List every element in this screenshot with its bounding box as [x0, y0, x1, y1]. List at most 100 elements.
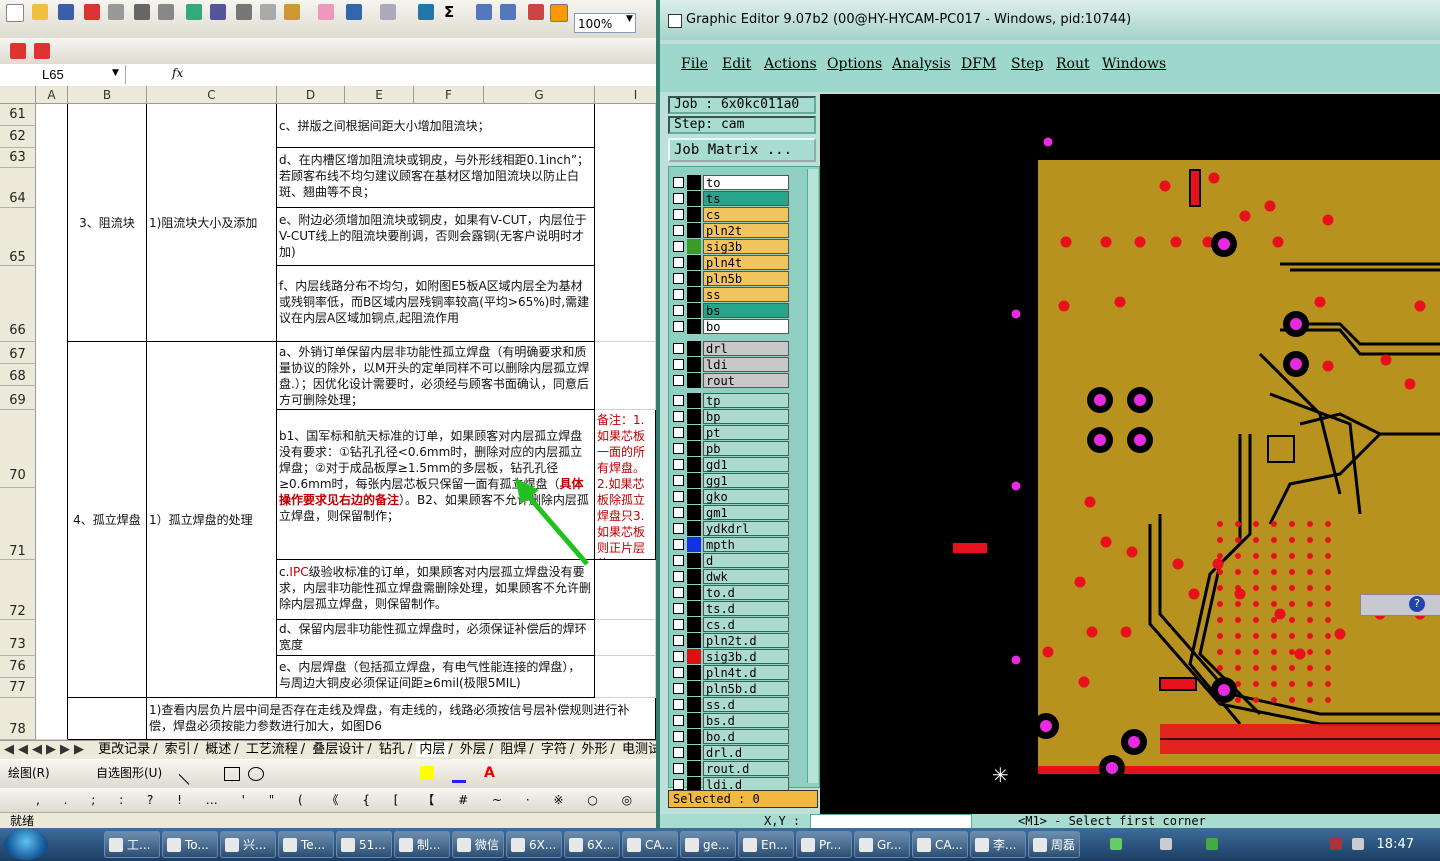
font-color-icon[interactable]: A	[484, 760, 495, 786]
layer-row[interactable]: pt	[673, 425, 789, 440]
cell-d73[interactable]: d、保留内层非功能性孤立焊盘时，必须保证补偿后的焊环宽度	[277, 620, 595, 656]
copy-icon[interactable]	[260, 4, 276, 20]
step-field[interactable]: Step: cam	[668, 116, 816, 134]
layer-row[interactable]: ldi	[673, 357, 789, 372]
layer-checkbox[interactable]	[673, 507, 684, 518]
taskbar-button[interactable]: To...	[162, 831, 218, 858]
section-cell-b2[interactable]: 4、孤立焊盘	[68, 342, 147, 698]
layer-checkbox[interactable]	[673, 411, 684, 422]
layer-name[interactable]: ss.d	[703, 697, 789, 712]
menu-rout[interactable]: Rout	[1056, 56, 1090, 72]
rectangle-icon[interactable]	[224, 767, 240, 781]
layer-name[interactable]: bs.d	[703, 713, 789, 728]
layer-row[interactable]: rout.d	[673, 761, 789, 776]
wechat-tray-icon[interactable]	[1110, 838, 1122, 850]
layer-checkbox[interactable]	[673, 375, 684, 386]
sort-ascending-icon[interactable]	[476, 4, 492, 20]
pdf-icon[interactable]	[10, 43, 26, 59]
layer-checkbox[interactable]	[673, 587, 684, 598]
layer-name[interactable]: dwk	[703, 569, 789, 584]
taskbar-button[interactable]: 51...	[336, 831, 392, 858]
row-header[interactable]: 61	[0, 104, 36, 126]
row-header[interactable]: 76	[0, 656, 36, 678]
layer-name[interactable]: to.d	[703, 585, 789, 600]
menu-options[interactable]: Options	[827, 56, 882, 72]
redo-icon[interactable]	[380, 4, 396, 20]
job-field[interactable]: Job : 6x0kc011a0	[668, 96, 816, 114]
taskbar-button[interactable]: 6X...	[564, 831, 620, 858]
layer-row[interactable]: pln4t.d	[673, 665, 789, 680]
line-icon[interactable]	[178, 764, 200, 785]
function-icon[interactable]: fx	[172, 66, 183, 80]
layer-row[interactable]: rout	[673, 373, 789, 388]
layer-checkbox[interactable]	[673, 321, 684, 332]
layer-row[interactable]: bo.d	[673, 729, 789, 744]
research-icon[interactable]	[210, 4, 226, 20]
tray-icon[interactable]	[1160, 838, 1172, 850]
row-header[interactable]: 73	[0, 620, 36, 656]
layer-row[interactable]: bs.d	[673, 713, 789, 728]
chart-wizard-icon[interactable]	[528, 4, 544, 20]
layer-name[interactable]: pln2t.d	[703, 633, 789, 648]
menu-windows[interactable]: Windows	[1102, 56, 1166, 72]
layer-row[interactable]: ss	[673, 287, 789, 302]
permission-icon[interactable]	[84, 4, 100, 20]
print-preview-icon[interactable]	[158, 4, 174, 20]
row-header[interactable]: 72	[0, 560, 36, 620]
cell-d66[interactable]: f、内层线路分布不均匀，如附图E5板A区域内层全为基材或残铜率低，而B区域内层残…	[277, 266, 595, 342]
fill-color-icon[interactable]	[420, 766, 434, 780]
cell-g73[interactable]	[595, 620, 656, 656]
layer-row[interactable]: cs	[673, 207, 789, 222]
taskbar-button[interactable]: 李...	[970, 831, 1026, 858]
layer-scrollbar[interactable]	[807, 169, 818, 783]
row-header[interactable]: 65	[0, 208, 36, 266]
row-header[interactable]: 69	[0, 386, 36, 410]
row-header[interactable]: 70	[0, 410, 36, 488]
row-header[interactable]: 67	[0, 342, 36, 364]
cell-d61[interactable]: c、拼版之间根据间距大小增加阻流块；	[277, 104, 595, 148]
layer-checkbox[interactable]	[673, 209, 684, 220]
menu-actions[interactable]: Actions	[764, 56, 817, 72]
layer-name[interactable]: gko	[703, 489, 789, 504]
column-header-i[interactable]: I	[595, 86, 656, 104]
layer-row[interactable]: gko	[673, 489, 789, 504]
undo-icon[interactable]	[346, 4, 362, 20]
layer-name[interactable]: ts.d	[703, 601, 789, 616]
taskbar-button[interactable]: CA...	[912, 831, 968, 858]
menu-dfm[interactable]: DFM	[961, 56, 996, 72]
layer-name[interactable]: cs	[703, 207, 789, 222]
layer-name[interactable]: cs.d	[703, 617, 789, 632]
job-matrix-button[interactable]: Job Matrix ...	[668, 138, 816, 162]
cell-g72[interactable]	[595, 560, 656, 620]
layer-checkbox[interactable]	[673, 177, 684, 188]
layer-checkbox[interactable]	[673, 395, 684, 406]
layer-name[interactable]: gm1	[703, 505, 789, 520]
layer-row[interactable]: mpth	[673, 537, 789, 552]
section-cell-b1[interactable]: 3、阻流块	[68, 104, 147, 342]
select-all-corner[interactable]	[0, 86, 36, 104]
open-folder-icon[interactable]	[32, 4, 48, 20]
pdf-mail-icon[interactable]	[34, 43, 50, 59]
tray-icon[interactable]	[1330, 838, 1342, 850]
layer-name[interactable]: pln5b.d	[703, 681, 789, 696]
shield-tray-icon[interactable]	[1206, 838, 1218, 850]
sheet-tab[interactable]: 索引	[162, 742, 194, 757]
layer-row[interactable]: drl	[673, 341, 789, 356]
paste-icon[interactable]	[284, 4, 300, 20]
column-header-f[interactable]: F	[414, 86, 484, 104]
print-icon[interactable]	[134, 4, 150, 20]
layer-name[interactable]: pln5b	[703, 271, 789, 286]
layer-checkbox[interactable]	[673, 427, 684, 438]
cell-d76[interactable]: e、内层焊盘（包括孤立焊盘，有电气性能连接的焊盘），与周边大铜皮必须保证间距≥6…	[277, 656, 595, 698]
cell-d65[interactable]: e、附边必须增加阻流块或铜皮，如果有V-CUT，内层位于V-CUT线上的阻流块要…	[277, 208, 595, 266]
column-header-a[interactable]: A	[36, 86, 68, 104]
layer-checkbox[interactable]	[673, 225, 684, 236]
taskbar-button[interactable]: Te...	[278, 831, 334, 858]
row-header[interactable]: 71	[0, 488, 36, 560]
layer-row[interactable]: to	[673, 175, 789, 190]
column-a-cells[interactable]	[36, 104, 68, 740]
layer-row[interactable]: pln4t	[673, 255, 789, 270]
layer-checkbox[interactable]	[673, 715, 684, 726]
taskbar-button[interactable]: Gr...	[854, 831, 910, 858]
layer-checkbox[interactable]	[673, 699, 684, 710]
